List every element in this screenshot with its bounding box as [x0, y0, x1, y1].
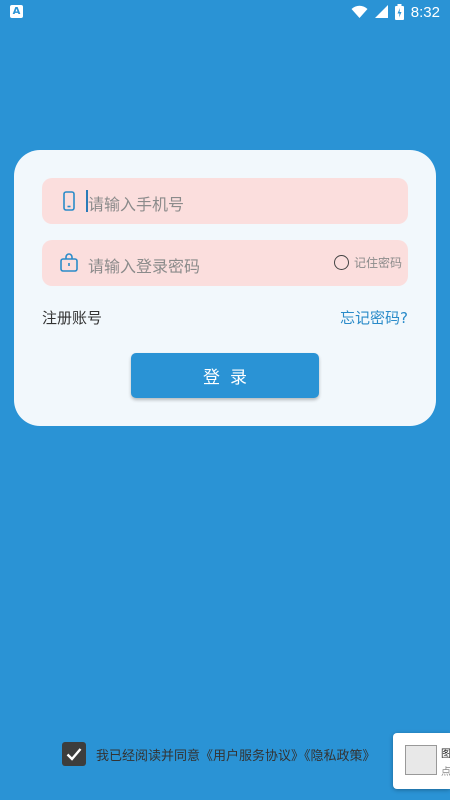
phone-input-placeholder[interactable]: 请输入手机号	[88, 191, 184, 215]
image-thumbnail-icon	[405, 745, 437, 775]
agreement-prefix: 我已经阅读并同意	[96, 748, 201, 764]
login-card: 请输入手机号 请输入登录密码 记住密码 注册账号 忘记密码? 登录	[14, 150, 436, 426]
remember-label: 记住密码	[353, 256, 402, 270]
battery-icon	[394, 4, 404, 20]
agreement-row: 我已经阅读并同意《用户服务协议》《隐私政策》	[62, 740, 376, 768]
wifi-icon	[351, 5, 368, 18]
remember-password-toggle[interactable]: 记住密码	[333, 254, 402, 271]
agreement-text: 我已经阅读并同意《用户服务协议》《隐私政策》	[96, 745, 376, 764]
service-agreement-link[interactable]: 《用户服务协议》	[200, 749, 304, 764]
password-input-placeholder[interactable]: 请输入登录密码	[88, 253, 200, 277]
popup-text-2: 点	[441, 767, 450, 778]
checkmark-icon	[66, 748, 82, 761]
floating-popup[interactable]: 图 点	[393, 733, 450, 789]
forgot-password-link[interactable]: 忘记密码?	[340, 307, 408, 328]
signal-icon	[374, 5, 388, 18]
password-field[interactable]: 请输入登录密码 记住密码	[42, 240, 408, 286]
popup-text-1: 图	[441, 749, 450, 760]
login-button[interactable]: 登录	[131, 353, 319, 398]
lock-icon	[60, 253, 78, 272]
status-time: 8:32	[410, 3, 440, 21]
remember-radio[interactable]	[333, 255, 349, 270]
agreement-checkbox[interactable]	[62, 742, 86, 766]
phone-field[interactable]: 请输入手机号	[42, 178, 408, 224]
privacy-policy-link[interactable]: 《隐私政策》	[304, 749, 376, 764]
register-link[interactable]: 注册账号	[42, 307, 102, 328]
status-bar: A 8:32	[0, 0, 450, 24]
phone-icon	[63, 191, 75, 211]
app-notification-icon: A	[10, 5, 23, 18]
